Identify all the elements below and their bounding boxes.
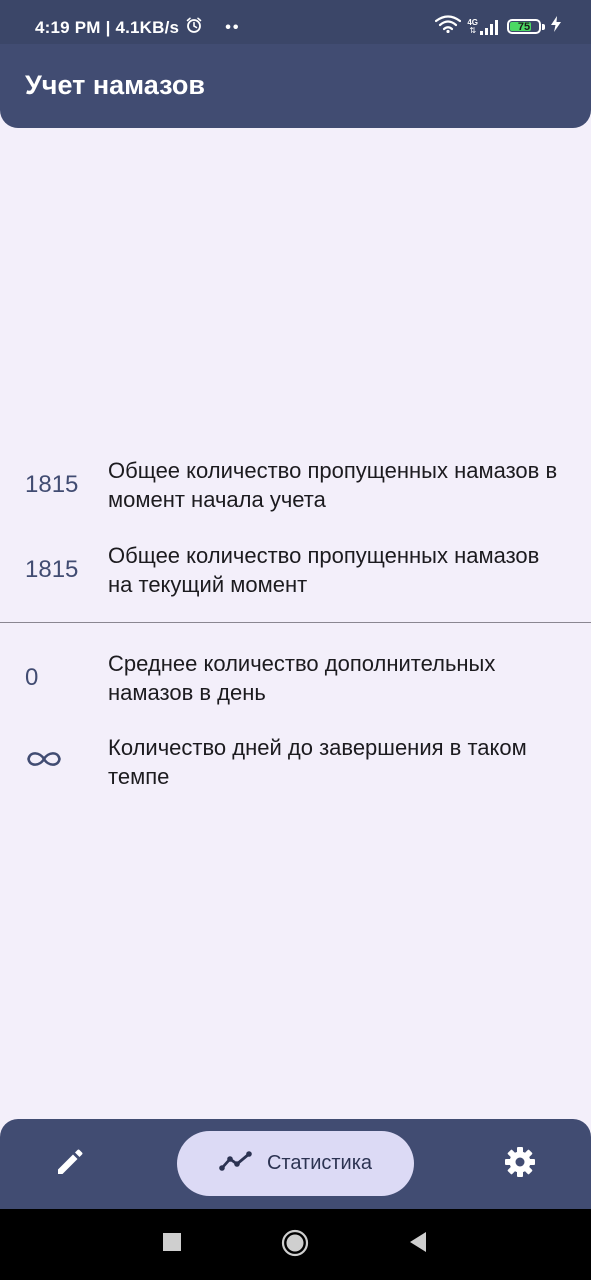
- nav-settings-button[interactable]: [490, 1139, 550, 1189]
- status-right: 4G ⇅ 75: [435, 15, 561, 38]
- page-title: Учет намазов: [25, 70, 205, 100]
- circle-home-icon: [281, 1229, 309, 1262]
- gear-icon: [503, 1145, 537, 1184]
- stat-label: Общее количество пропущенных намазов на …: [108, 543, 540, 597]
- status-left: 4:19 PM | 4.1KB/s ••: [35, 16, 240, 39]
- status-bar: 4:19 PM | 4.1KB/s •• 4G ⇅ 75: [0, 0, 591, 44]
- nav-statistics-tab[interactable]: Статистика: [177, 1131, 414, 1196]
- divider: [0, 622, 591, 623]
- bottom-navigation: Статистика: [0, 1119, 591, 1209]
- infinity-icon: [25, 748, 63, 775]
- trending-line-icon: [219, 1150, 253, 1177]
- stat-value: 0: [25, 664, 39, 691]
- stat-row-initial-missed: 1815 Общее количество пропущенных намазо…: [0, 456, 591, 514]
- nav-edit-button[interactable]: [40, 1139, 100, 1189]
- stat-label: Количество дней до завершения в таком те…: [108, 735, 527, 789]
- triangle-back-icon: [408, 1231, 428, 1258]
- stat-value: 1815: [25, 556, 79, 583]
- app-bar: Учет намазов: [0, 44, 591, 128]
- battery-icon: 75: [507, 19, 545, 34]
- stat-value: 1815: [25, 471, 79, 498]
- battery-level: 75: [517, 20, 531, 33]
- stat-row-current-missed: 1815 Общее количество пропущенных намазо…: [0, 541, 591, 599]
- charging-icon: [551, 16, 561, 37]
- stat-label: Среднее количество дополнительных намазо…: [108, 651, 496, 705]
- stat-value: [0, 748, 108, 776]
- stat-row-average-extra: 0 Среднее количество дополнительных нама…: [0, 649, 591, 707]
- square-recents-icon: [162, 1232, 182, 1257]
- stat-label: Общее количество пропущенных намазов в м…: [108, 458, 558, 512]
- notification-dots: ••: [225, 18, 241, 36]
- recents-button[interactable]: [152, 1224, 192, 1264]
- back-button[interactable]: [398, 1224, 438, 1264]
- home-button[interactable]: [274, 1224, 316, 1266]
- system-navigation-bar: [0, 1209, 591, 1280]
- cellular-signal-icon: 4G ⇅: [467, 18, 501, 35]
- pencil-icon: [54, 1146, 86, 1183]
- alarm-icon: [185, 16, 203, 39]
- stat-row-days-to-finish: Количество дней до завершения в таком те…: [0, 733, 591, 791]
- nav-statistics-label: Статистика: [266, 1152, 373, 1174]
- status-time-speed: 4:19 PM | 4.1KB/s: [35, 17, 180, 37]
- wifi-icon: [435, 15, 462, 38]
